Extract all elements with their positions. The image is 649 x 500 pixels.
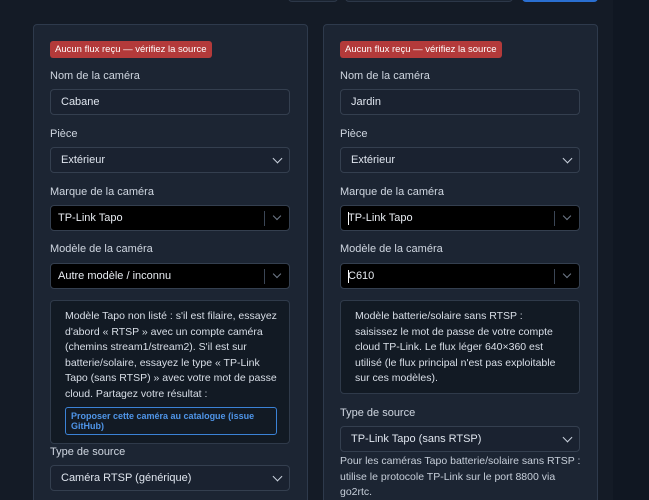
chevron-down-icon[interactable] [562, 269, 572, 279]
camera-name-label: Nom de la caméra [340, 70, 430, 82]
source-type-value: Caméra RTSP (générique) [61, 472, 192, 484]
room-label: Pièce [340, 128, 368, 140]
chevron-down-icon[interactable] [562, 211, 572, 221]
toolbar-primary-button[interactable] [522, 0, 598, 2]
source-type-value: TP-Link Tapo (sans RTSP) [351, 433, 482, 445]
combobox-separator [554, 211, 555, 226]
room-select-value: Extérieur [61, 154, 106, 166]
brand-combobox[interactable]: TP-Link Tapo [340, 205, 580, 231]
brand-label: Marque de la caméra [50, 186, 154, 198]
chevron-down-icon [272, 153, 283, 164]
model-label: Modèle de la caméra [340, 243, 443, 255]
source-type-label: Type de source [340, 407, 416, 419]
camera-card-jardin: Aucun flux reçu — vérifiez la source Nom… [323, 24, 598, 500]
source-type-label: Type de source [50, 446, 126, 458]
brand-combobox[interactable]: TP-Link Tapo [50, 205, 290, 231]
chevron-down-icon[interactable] [272, 269, 282, 279]
source-type-help: Pour les caméras Tapo batterie/solaire s… [340, 455, 581, 498]
model-combobox-value: Autre modèle / inconnu [58, 270, 172, 282]
text-cursor [348, 212, 349, 225]
chevron-down-icon [562, 153, 573, 164]
camera-name-input[interactable]: Jardin [340, 89, 580, 115]
toolbar-control-1[interactable] [288, 0, 338, 2]
propose-camera-button[interactable]: Proposer cette caméra au catalogue (issu… [65, 407, 277, 435]
source-type-select[interactable]: Caméra RTSP (générique) [50, 465, 290, 491]
camera-name-label: Nom de la caméra [50, 70, 140, 82]
camera-name-input[interactable]: Cabane [50, 89, 290, 115]
model-combobox[interactable]: C610 [340, 263, 580, 289]
model-info-note: Modèle batterie/solaire sans RTSP : sais… [340, 300, 580, 394]
brand-combobox-value: TP-Link Tapo [348, 212, 413, 224]
model-label: Modèle de la caméra [50, 243, 153, 255]
brand-label: Marque de la caméra [340, 186, 444, 198]
combobox-separator [554, 269, 555, 284]
brand-combobox-value: TP-Link Tapo [58, 212, 123, 224]
room-select[interactable]: Extérieur [50, 147, 290, 173]
room-label: Pièce [50, 128, 78, 140]
no-stream-badge: Aucun flux reçu — vérifiez la source [50, 41, 212, 58]
combobox-separator [264, 211, 265, 226]
source-type-select[interactable]: TP-Link Tapo (sans RTSP) [340, 426, 580, 452]
room-select-value: Extérieur [351, 154, 396, 166]
text-cursor [348, 270, 349, 283]
model-combobox[interactable]: Autre modèle / inconnu [50, 263, 290, 289]
model-info-text: Modèle batterie/solaire sans RTSP : sais… [355, 310, 556, 384]
room-select[interactable]: Extérieur [340, 147, 580, 173]
model-info-text: Modèle Tapo non listé : s'il est filaire… [65, 310, 277, 400]
chevron-down-icon[interactable] [272, 211, 282, 221]
model-combobox-value: C610 [348, 270, 375, 282]
top-toolbar [0, 0, 649, 6]
model-info-note: Modèle Tapo non listé : s'il est filaire… [50, 300, 290, 444]
chevron-down-icon [272, 471, 283, 482]
toolbar-control-2[interactable] [345, 0, 513, 2]
chevron-down-icon [562, 432, 573, 443]
no-stream-badge: Aucun flux reçu — vérifiez la source [340, 41, 502, 58]
camera-card-cabane: Aucun flux reçu — vérifiez la source Nom… [33, 24, 308, 500]
right-edge-panel [613, 0, 649, 500]
combobox-separator [264, 269, 265, 284]
